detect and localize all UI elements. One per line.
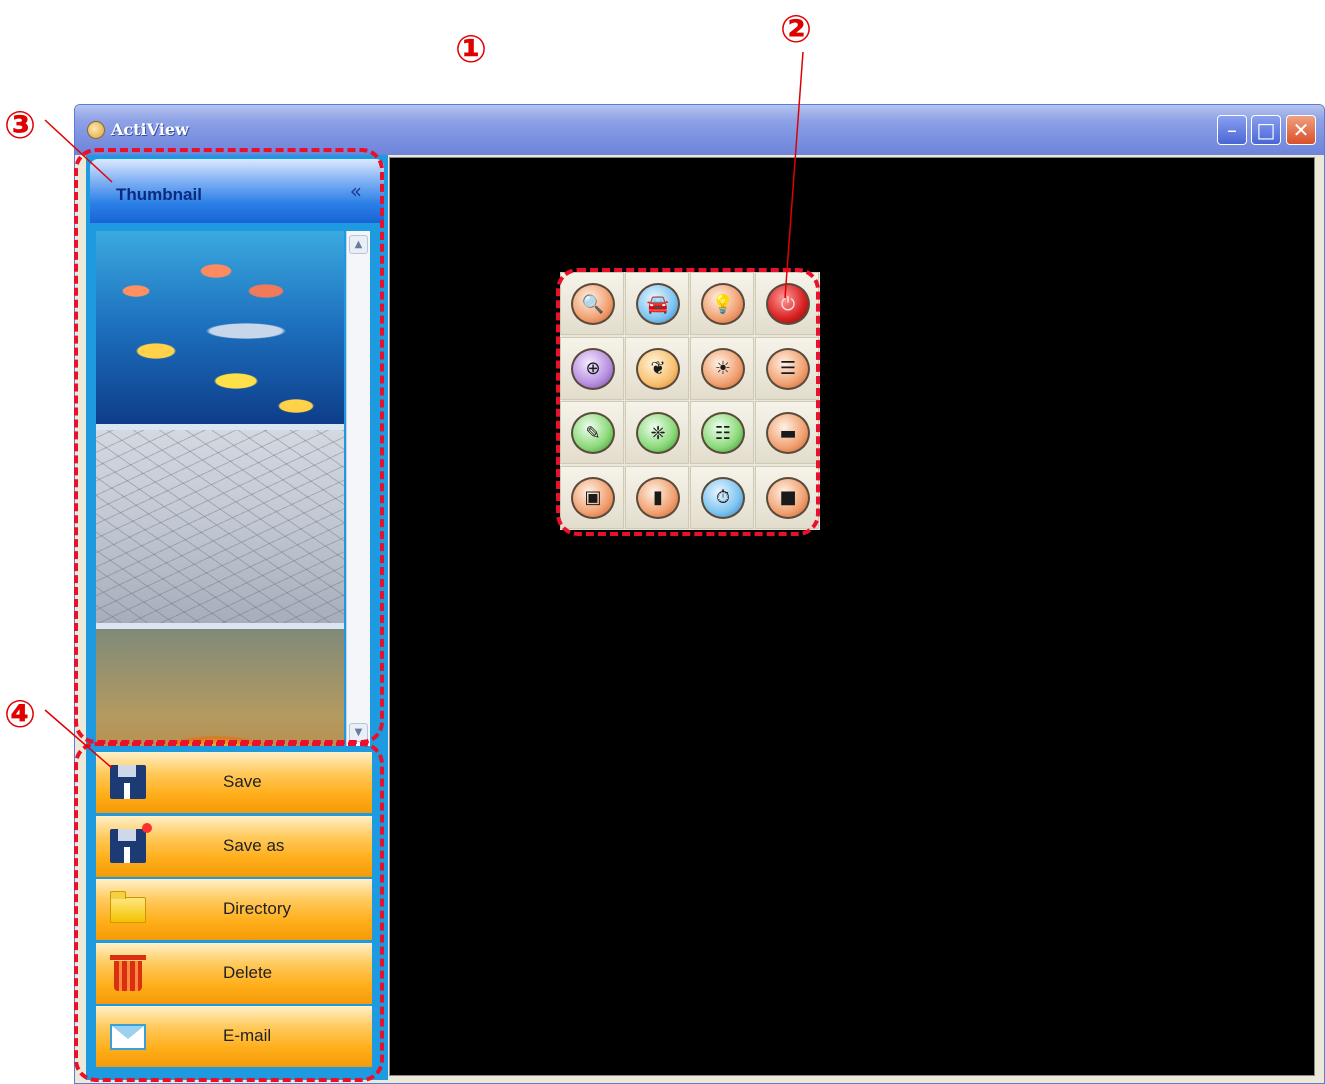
highlight-thumbnail-panel — [74, 148, 384, 744]
highlight-tool-grid — [556, 268, 820, 536]
preview-viewport[interactable] — [389, 157, 1315, 1076]
callout-3: ③ — [4, 103, 37, 147]
callout-1: ① — [455, 27, 488, 71]
window-title: ActiView — [111, 120, 189, 139]
highlight-action-buttons — [74, 742, 384, 1082]
callout-4: ④ — [4, 692, 37, 736]
screenshot-stage: ① ② ③ ④ ActiView – □ ✕ Thumbnail « ▲ ▼ S… — [0, 0, 1325, 1084]
close-button[interactable]: ✕ — [1286, 115, 1316, 145]
minimize-button[interactable]: – — [1217, 115, 1247, 145]
maximize-button[interactable]: □ — [1251, 115, 1281, 145]
callout-2: ② — [780, 7, 813, 51]
app-logo-icon — [87, 121, 105, 139]
